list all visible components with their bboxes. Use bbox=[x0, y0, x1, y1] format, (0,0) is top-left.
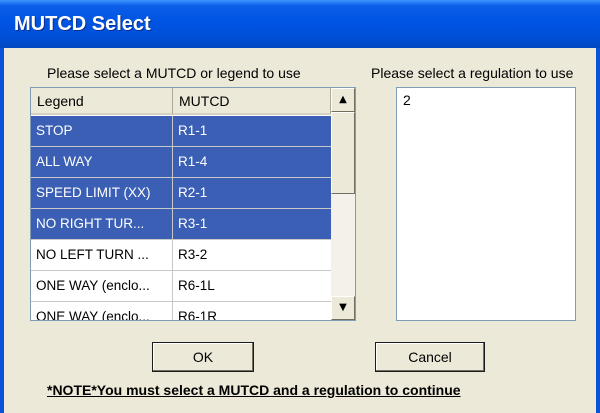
note-text: *NOTE*You must select a MUTCD and a regu… bbox=[47, 382, 461, 398]
vertical-scrollbar[interactable]: ▲ ▼ bbox=[331, 88, 355, 320]
mutcd-cell: R1-4 bbox=[178, 154, 208, 169]
table-row[interactable]: NO LEFT TURN ... R3-2 bbox=[31, 240, 331, 271]
legend-cell: SPEED LIMIT (XX) bbox=[31, 178, 173, 208]
scroll-up-icon[interactable]: ▲ bbox=[331, 88, 355, 112]
mutcd-select-dialog: MUTCD Select Please select a MUTCD or le… bbox=[0, 0, 600, 413]
legend-cell: ONE WAY (enclo... bbox=[31, 302, 173, 320]
scroll-down-icon[interactable]: ▼ bbox=[331, 296, 355, 320]
legend-cell: NO RIGHT TUR... bbox=[31, 209, 173, 239]
mutcd-cell: R3-1 bbox=[178, 216, 208, 231]
mutcd-list-label: Please select a MUTCD or legend to use bbox=[47, 65, 301, 81]
regulation-item[interactable]: 2 bbox=[403, 92, 411, 108]
regulation-list-label: Please select a regulation to use bbox=[371, 65, 574, 81]
title-bar[interactable]: MUTCD Select bbox=[0, 0, 600, 48]
table-row[interactable]: ONE WAY (enclo... R6-1R bbox=[31, 302, 331, 321]
window-border-right bbox=[596, 48, 600, 413]
window-border-left bbox=[0, 48, 4, 413]
column-header-mutcd[interactable]: MUTCD bbox=[173, 88, 331, 115]
legend-cell: ALL WAY bbox=[31, 147, 173, 177]
mutcd-cell: R6-1R bbox=[178, 309, 218, 321]
table-row[interactable]: ALL WAY R1-4 bbox=[31, 147, 331, 178]
mutcd-cell: R1-1 bbox=[178, 123, 208, 138]
mutcd-listview[interactable]: Legend MUTCD STOP R1-1 ALL WAY R1-4 SPEED LI… bbox=[30, 87, 356, 321]
mutcd-cell: R6-1L bbox=[178, 278, 215, 293]
legend-cell: NO LEFT TURN ... bbox=[31, 240, 173, 270]
table-row[interactable]: STOP R1-1 bbox=[31, 116, 331, 147]
legend-cell: ONE WAY (enclo... bbox=[31, 271, 173, 301]
mutcd-cell: R3-2 bbox=[178, 247, 208, 262]
cancel-button[interactable]: Cancel bbox=[375, 342, 485, 372]
mutcd-cell: R2-1 bbox=[178, 185, 208, 200]
table-row[interactable]: NO RIGHT TUR... R3-1 bbox=[31, 209, 331, 240]
ok-button[interactable]: OK bbox=[152, 342, 254, 372]
table-row[interactable]: SPEED LIMIT (XX) R2-1 bbox=[31, 178, 331, 209]
column-header-legend[interactable]: Legend bbox=[31, 88, 173, 115]
regulation-listbox[interactable]: 2 bbox=[396, 87, 576, 321]
table-row[interactable]: ONE WAY (enclo... R6-1L bbox=[31, 271, 331, 302]
window-title: MUTCD Select bbox=[14, 13, 151, 35]
legend-cell: STOP bbox=[31, 116, 173, 146]
scroll-thumb[interactable] bbox=[331, 112, 355, 194]
listview-header: Legend MUTCD bbox=[31, 88, 331, 116]
